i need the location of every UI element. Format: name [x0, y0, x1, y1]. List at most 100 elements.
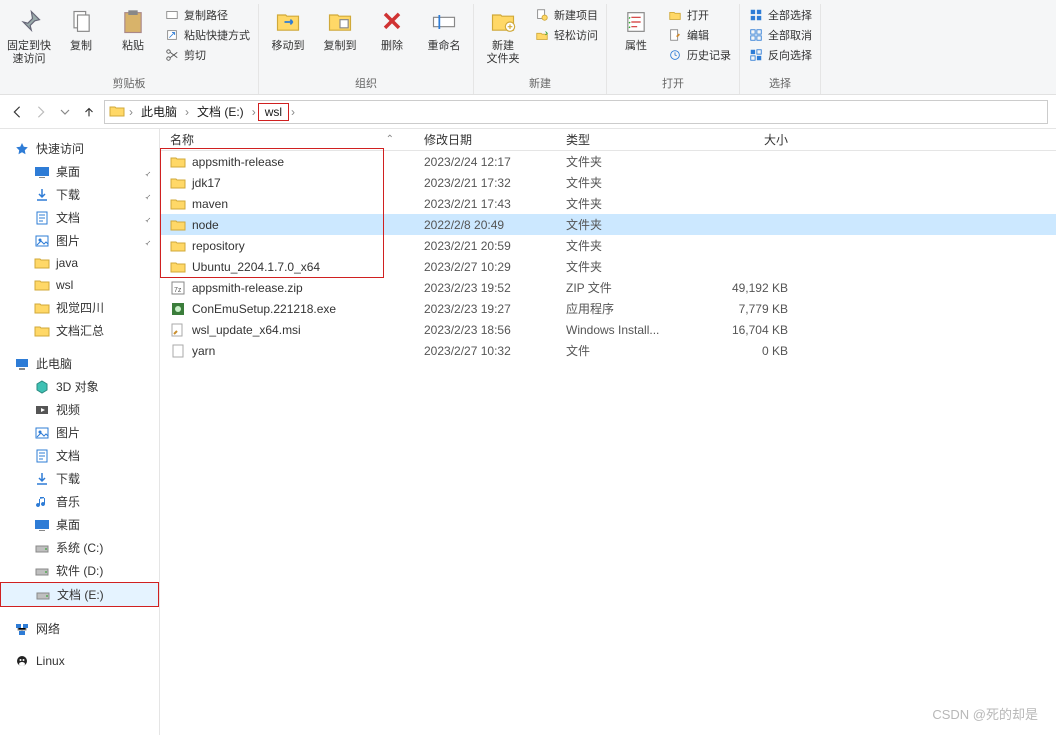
copy-path-button[interactable]: 复制路径 — [162, 6, 252, 24]
tree-item-label: 下载 — [56, 186, 80, 203]
file-type: Windows Install... — [566, 323, 700, 337]
breadcrumb-segment[interactable]: wsl — [258, 103, 289, 121]
paste-icon — [117, 6, 149, 38]
chevron-right-icon: › — [252, 105, 256, 119]
address-bar[interactable]: › 此电脑›文档 (E:)›wsl› — [104, 100, 1048, 124]
properties-icon — [620, 6, 652, 38]
file-row[interactable]: yarn2023/2/27 10:32文件0 KB — [160, 340, 1056, 361]
file-row[interactable]: wsl_update_x64.msi2023/2/23 18:56Windows… — [160, 319, 1056, 340]
cut-button[interactable]: 剪切 — [162, 46, 252, 64]
tree-item-linux[interactable]: Linux — [0, 650, 159, 672]
tree-item-drive-d[interactable]: 软件 (D:) — [0, 559, 159, 582]
tree-item-label: 文档 — [56, 447, 80, 464]
select-all-button[interactable]: 全部选择 — [746, 6, 814, 24]
tree-item-videos[interactable]: 视频 — [0, 398, 159, 421]
rename-button[interactable]: 重命名 — [421, 4, 467, 55]
tree-item-pictures[interactable]: 图片 — [0, 229, 159, 252]
path-icon — [164, 7, 180, 23]
drive-icon — [35, 587, 51, 603]
ribbon-small-label: 复制路径 — [184, 7, 228, 23]
invert-selection-button[interactable]: 反向选择 — [746, 46, 814, 64]
tree-item-label: 桌面 — [56, 516, 80, 533]
ribbon-label: 新建 文件夹 — [487, 40, 520, 66]
column-date[interactable]: 修改日期 — [424, 131, 566, 148]
tree-item-shijue[interactable]: 视觉四川 — [0, 296, 159, 319]
edit-button[interactable]: 编辑 — [665, 26, 733, 44]
tree-item-downloads[interactable]: 下载 — [0, 183, 159, 206]
open-button[interactable]: 打开 — [665, 6, 733, 24]
delete-button[interactable]: 删除 — [369, 4, 415, 55]
folder-icon — [170, 175, 186, 191]
select-none-button[interactable]: 全部取消 — [746, 26, 814, 44]
pin-to-quick-access-button[interactable]: 固定到快 速访问 — [6, 4, 52, 68]
paste-button[interactable]: 粘贴 — [110, 4, 156, 68]
file-row[interactable]: appsmith-release2023/2/24 12:17文件夹 — [160, 151, 1056, 172]
main-area: 快速访问桌面下载文档图片javawsl视觉四川文档汇总此电脑3D 对象视频图片文… — [0, 129, 1056, 735]
ribbon-label: 复制 — [70, 40, 92, 53]
tree-item-drive-c[interactable]: 系统 (C:) — [0, 536, 159, 559]
file-date: 2022/2/8 20:49 — [424, 218, 566, 232]
tree-item-documents2[interactable]: 文档 — [0, 444, 159, 467]
downloads-icon — [34, 471, 50, 487]
nav-forward-button[interactable] — [32, 103, 50, 121]
copy-to-button[interactable]: 复制到 — [317, 4, 363, 55]
tree-item-music[interactable]: 音乐 — [0, 490, 159, 513]
tree-item-label: 图片 — [56, 232, 80, 249]
history-button[interactable]: 历史记录 — [665, 46, 733, 64]
nav-back-button[interactable] — [8, 103, 26, 121]
ribbon-small-label: 历史记录 — [687, 47, 731, 63]
ribbon-small-label: 打开 — [687, 7, 709, 23]
nav-recent-button[interactable] — [56, 103, 74, 121]
tree-item-wsl[interactable]: wsl — [0, 274, 159, 296]
linux-icon — [14, 653, 30, 669]
pictures-icon — [34, 425, 50, 441]
tree-item-downloads2[interactable]: 下载 — [0, 467, 159, 490]
file-row[interactable]: node2022/2/8 20:49文件夹 — [160, 214, 1056, 235]
ribbon-group-打开: 属性打开编辑历史记录打开 — [607, 4, 740, 94]
tree-item-3d-objects[interactable]: 3D 对象 — [0, 375, 159, 398]
tree-item-desktop2[interactable]: 桌面 — [0, 513, 159, 536]
ribbon-small-label: 新建项目 — [554, 7, 598, 23]
tree-item-label: 音乐 — [56, 493, 80, 510]
column-size[interactable]: 大小 — [700, 131, 800, 148]
tree-item-quick-access[interactable]: 快速访问 — [0, 137, 159, 160]
navigation-tree: 快速访问桌面下载文档图片javawsl视觉四川文档汇总此电脑3D 对象视频图片文… — [0, 129, 160, 735]
paste-shortcut-button[interactable]: 粘贴快捷方式 — [162, 26, 252, 44]
tree-item-this-pc[interactable]: 此电脑 — [0, 352, 159, 375]
file-row[interactable]: repository2023/2/21 20:59文件夹 — [160, 235, 1056, 256]
folder-icon — [34, 323, 50, 339]
file-list[interactable]: appsmith-release2023/2/24 12:17文件夹jdk172… — [160, 151, 1056, 735]
tree-item-pictures2[interactable]: 图片 — [0, 421, 159, 444]
tree-item-drive-e[interactable]: 文档 (E:) — [0, 582, 159, 607]
file-row[interactable]: jdk172023/2/21 17:32文件夹 — [160, 172, 1056, 193]
file-row[interactable]: maven2023/2/21 17:43文件夹 — [160, 193, 1056, 214]
ribbon-small-label: 编辑 — [687, 27, 709, 43]
tree-item-documents[interactable]: 文档 — [0, 206, 159, 229]
file-row[interactable]: 7zappsmith-release.zip2023/2/23 19:52ZIP… — [160, 277, 1056, 298]
tree-item-desktop[interactable]: 桌面 — [0, 160, 159, 183]
file-row[interactable]: Ubuntu_2204.1.7.0_x642023/2/27 10:29文件夹 — [160, 256, 1056, 277]
column-name[interactable]: 名称⌃ — [170, 131, 424, 148]
breadcrumb-segment[interactable]: 此电脑 — [135, 103, 183, 120]
videos-icon — [34, 402, 50, 418]
arrow-up-icon — [82, 105, 96, 119]
new-folder-button[interactable]: 新建 文件夹 — [480, 4, 526, 68]
folder-icon — [170, 154, 186, 170]
ribbon-small-label: 全部选择 — [768, 7, 812, 23]
file-size: 49,192 KB — [700, 281, 800, 295]
column-type[interactable]: 类型 — [566, 131, 700, 148]
sort-indicator-icon: ⌃ — [386, 134, 394, 145]
breadcrumb-segment[interactable]: 文档 (E:) — [191, 103, 250, 120]
copy-button[interactable]: 复制 — [58, 4, 104, 68]
tree-item-wendang[interactable]: 文档汇总 — [0, 319, 159, 342]
tree-item-label: Linux — [36, 654, 65, 668]
easy-access-button[interactable]: 轻松访问 — [532, 26, 600, 44]
nav-up-button[interactable] — [80, 103, 98, 121]
tree-item-java[interactable]: java — [0, 252, 159, 274]
new-item-button[interactable]: 新建项目 — [532, 6, 600, 24]
properties-button[interactable]: 属性 — [613, 4, 659, 64]
file-row[interactable]: ConEmuSetup.221218.exe2023/2/23 19:27应用程… — [160, 298, 1056, 319]
zip-icon: 7z — [170, 280, 186, 296]
move-to-button[interactable]: 移动到 — [265, 4, 311, 55]
tree-item-network[interactable]: 网络 — [0, 617, 159, 640]
